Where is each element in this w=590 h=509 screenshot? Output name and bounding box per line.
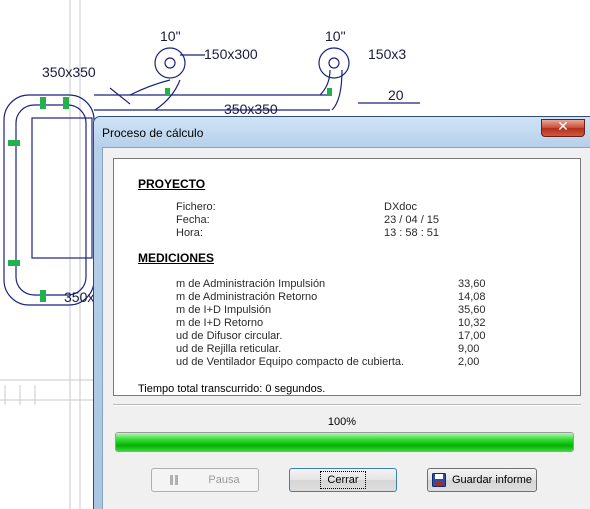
save-report-button[interactable]: Guardar informe — [427, 468, 537, 492]
measurement-value: 2,00 — [458, 356, 480, 368]
measurement-label: m de Administración Impulsión — [176, 278, 326, 290]
measurement-value: 14,08 — [458, 291, 486, 303]
dialog-title: Proceso de cálculo — [102, 126, 204, 140]
separator — [113, 404, 581, 406]
dialog-client-area: PROYECTO Fichero: DXdoc Fecha: 23 / 04 /… — [102, 147, 590, 509]
measurements-heading: MEDICIONES — [138, 251, 215, 265]
measurement-value: 10,32 — [458, 317, 486, 329]
field-label: Fecha: — [176, 214, 210, 226]
close-label: Cerrar — [320, 471, 366, 489]
duct-label-size: 150x3 — [368, 46, 407, 62]
progress-fill — [116, 433, 573, 451]
close-window-button[interactable]: ✕ — [541, 119, 585, 137]
progress-bar — [115, 432, 574, 452]
field-value: 23 / 04 / 15 — [384, 214, 440, 226]
duct-label-size: 20 — [388, 87, 404, 103]
save-icon — [431, 473, 446, 487]
elapsed-time: Tiempo total transcurrido: 0 segundos. — [138, 383, 326, 395]
duct-label-size: 350x350 — [42, 64, 96, 80]
title-bar[interactable]: Proceso de cálculo ✕ — [94, 117, 590, 147]
pause-label: Pausa — [208, 474, 240, 486]
field-label: Hora: — [176, 227, 203, 239]
pause-icon — [170, 475, 179, 485]
measurement-label: m de I+D Impulsión — [176, 304, 272, 316]
duct-label-size: 150x300 — [204, 46, 258, 62]
measurement-label: m de Administración Retorno — [176, 291, 318, 303]
measurement-value: 35,60 — [458, 304, 486, 316]
measurement-label: m de I+D Retorno — [176, 317, 264, 329]
measurement-value: 17,00 — [458, 330, 486, 342]
pause-button[interactable]: Pausa — [151, 468, 259, 492]
field-label: Fichero: — [176, 201, 216, 213]
close-icon: ✕ — [557, 119, 569, 135]
calculation-dialog: Proceso de cálculo ✕ PROYECTO Fichero: D… — [93, 116, 590, 509]
duct-label-size: 350x — [64, 289, 95, 305]
measurement-label: ud de Difusor circular. — [176, 330, 283, 342]
report-panel: PROYECTO Fichero: DXdoc Fecha: 23 / 04 /… — [113, 158, 581, 396]
field-value: DXdoc — [384, 201, 418, 213]
project-heading: PROYECTO — [138, 177, 206, 191]
field-value: 13 : 58 : 51 — [384, 227, 440, 239]
measurement-label: ud de Rejilla reticular. — [176, 343, 282, 355]
measurement-label: ud de Ventilador Equipo compacto de cubi… — [176, 356, 405, 368]
measurement-value: 33,60 — [458, 278, 486, 290]
duct-label-size: 350x350 — [224, 101, 278, 117]
duct-label-diameter: 10" — [160, 28, 181, 44]
duct-label-diameter: 10" — [325, 28, 346, 44]
measurement-value: 9,00 — [458, 343, 480, 355]
progress-percent: 100% — [327, 416, 357, 428]
save-label: Guardar informe — [451, 474, 533, 486]
close-button[interactable]: Cerrar — [289, 468, 397, 492]
